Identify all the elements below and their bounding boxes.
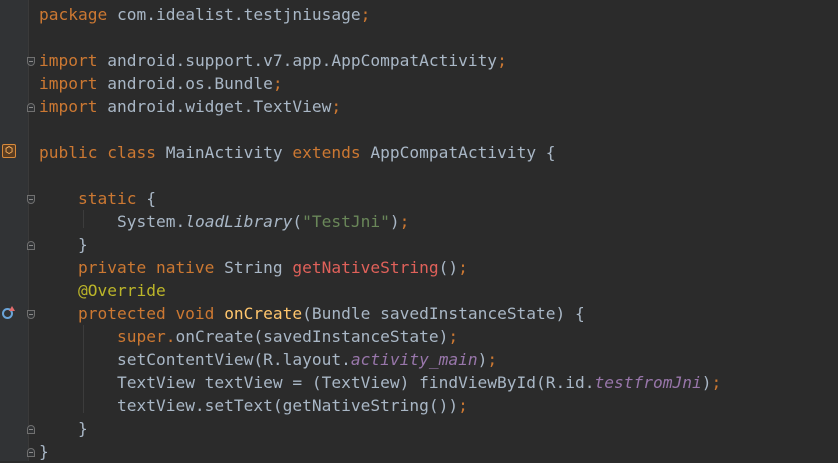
keyword: private native — [77, 258, 215, 277]
code-line-17: TextView textView = (TextView) findViewB… — [39, 371, 721, 394]
method-call: loadLibrary — [185, 212, 293, 231]
semicolon: ; — [458, 258, 468, 277]
paren: ) — [701, 373, 712, 392]
paren: () — [438, 258, 459, 277]
semicolon: ; — [458, 396, 468, 415]
superclass: AppCompatActivity { — [360, 143, 556, 162]
code-line-14: protected void onCreate(Bundle savedInst… — [39, 302, 585, 325]
brace: } — [77, 419, 88, 438]
brace: { — [136, 189, 156, 208]
object-ref: System. — [116, 212, 186, 231]
code-editor[interactable]: ⬡ package com.idealist.testjniusage; imp… — [0, 0, 838, 461]
keyword: super — [116, 327, 166, 346]
semicolon: ; — [448, 327, 459, 346]
code-line-1: package com.idealist.testjniusage; — [39, 3, 370, 26]
native-method-name: getNativeString — [292, 258, 439, 277]
import-path: android.widget.TextView — [97, 97, 332, 116]
string-literal: "TestJni" — [302, 212, 390, 231]
keyword: extends — [292, 143, 361, 162]
semicolon: ; — [487, 350, 498, 369]
code-line-13: @Override — [39, 279, 166, 302]
statement: TextView textView = (TextView) findViewB… — [116, 373, 595, 392]
brace: } — [39, 442, 49, 461]
paren: ) — [477, 350, 488, 369]
package-name: com.idealist.testjniusage — [107, 5, 361, 24]
paren: ( — [292, 212, 303, 231]
class-name: MainActivity — [155, 143, 293, 162]
code-line-12: private native String getNativeString(); — [39, 256, 468, 279]
import-path: android.support.v7.app.AppCompatActivity — [97, 51, 498, 70]
keyword: import — [39, 97, 98, 116]
code-line-16: setContentView(R.layout.activity_main); — [39, 348, 497, 371]
keyword: package — [39, 5, 108, 24]
annotation: @Override — [77, 281, 166, 300]
resource-field: testfromJni — [594, 373, 702, 392]
import-path: android.os.Bundle — [97, 74, 273, 93]
code-line-19: } — [39, 417, 88, 440]
code-line-20: } — [39, 440, 49, 463]
code-line-10: System.loadLibrary("TestJni"); — [39, 210, 409, 233]
keyword: static — [77, 189, 137, 208]
keyword: public class — [39, 143, 156, 162]
method-name: onCreate — [224, 304, 303, 323]
semicolon: ; — [711, 373, 722, 392]
keyword: protected void — [77, 304, 215, 323]
dot: . — [165, 327, 176, 346]
code-line-7: public class MainActivity extends AppCom… — [39, 141, 556, 164]
resource-field: activity_main — [350, 350, 478, 369]
method-call: onCreate(savedInstanceState) — [175, 327, 449, 346]
brace: } — [77, 235, 88, 254]
code-line-3: import android.support.v7.app.AppCompatA… — [39, 49, 507, 72]
semicolon: ; — [360, 5, 371, 24]
code-line-5: import android.widget.TextView; — [39, 95, 341, 118]
semicolon: ; — [331, 97, 342, 116]
method-call: setContentView(R.layout. — [116, 350, 351, 369]
type-name: String — [214, 258, 293, 277]
paren: ) — [389, 212, 400, 231]
statement: textView.setText(getNativeString()) — [116, 396, 459, 415]
code-area[interactable]: package com.idealist.testjniusage; impor… — [0, 0, 838, 461]
code-line-9: static { — [39, 187, 156, 210]
semicolon: ; — [497, 51, 507, 70]
code-line-4: import android.os.Bundle; — [39, 72, 283, 95]
code-line-18: textView.setText(getNativeString()); — [39, 394, 468, 417]
method-params: (Bundle savedInstanceState) { — [302, 304, 585, 323]
semicolon: ; — [272, 74, 283, 93]
code-line-11: } — [39, 233, 88, 256]
code-line-15: super.onCreate(savedInstanceState); — [39, 325, 458, 348]
keyword: import — [39, 74, 98, 93]
keyword: import — [39, 51, 98, 70]
semicolon: ; — [399, 212, 410, 231]
